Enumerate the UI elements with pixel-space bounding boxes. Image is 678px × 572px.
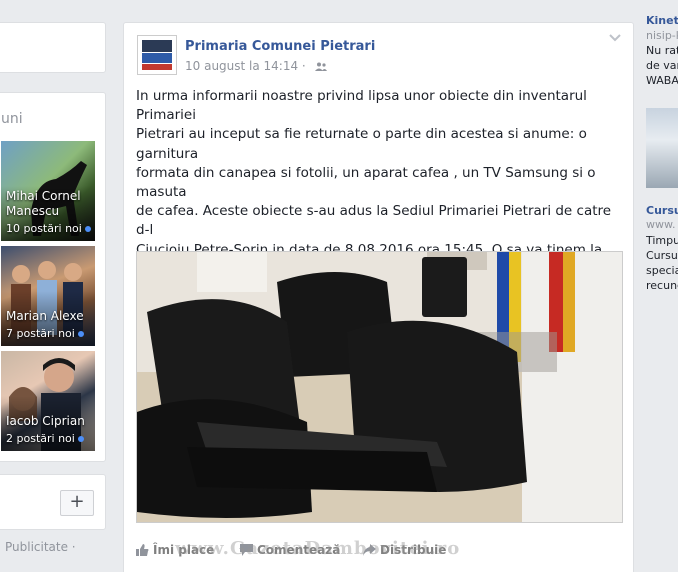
ad-title[interactable]: Kineti xyxy=(646,14,678,27)
ad-title[interactable]: Cursu xyxy=(646,204,678,217)
page-logo[interactable] xyxy=(137,35,177,75)
post-photo[interactable] xyxy=(136,251,623,523)
ad-body: Nu rata de var WABA xyxy=(646,44,678,87)
ad-body: Timpul Cursur specia recunc xyxy=(646,234,678,292)
group-tile[interactable]: Mihai Cornel Manescu 10 postări noi xyxy=(1,141,95,241)
friends-audience-icon xyxy=(314,62,327,71)
unread-dot-icon xyxy=(77,436,84,442)
page-name-link[interactable]: Primaria Comunei Pietrari xyxy=(185,39,375,54)
thumbs-up-icon xyxy=(136,544,149,556)
groups-card: uni Mihai Cornel Manescu 10 postări noi … xyxy=(0,92,106,462)
group-new-posts: 10 postări noi xyxy=(6,222,91,235)
group-name: Iacob Ciprian xyxy=(6,414,85,428)
ad-link[interactable]: nisip-k xyxy=(646,29,678,42)
watermark: www.GazetaDambovitei.ro xyxy=(175,538,461,559)
add-button[interactable]: + xyxy=(60,490,94,516)
right-ads-column: Kineti nisip-k Nu rata de var WABA Cursu… xyxy=(646,0,678,572)
post-timestamp[interactable]: 10 august la 14:14 · xyxy=(185,59,327,73)
groups-title: uni xyxy=(1,111,23,127)
left-top-card xyxy=(0,22,106,73)
footer-advertising-link[interactable]: Publicitate · xyxy=(5,540,76,554)
group-tile[interactable]: Marian Alexe 7 postări noi xyxy=(1,246,95,346)
chevron-down-icon[interactable] xyxy=(608,33,622,43)
feed-post: Primaria Comunei Pietrari 10 august la 1… xyxy=(123,22,634,572)
group-tile[interactable]: Iacob Ciprian 2 postări noi xyxy=(1,351,95,451)
group-new-posts: 2 postări noi xyxy=(6,432,84,445)
ad-image[interactable] xyxy=(646,108,678,188)
unread-dot-icon xyxy=(84,226,91,232)
ad-link[interactable]: www. xyxy=(646,218,675,231)
group-name: Marian Alexe xyxy=(6,309,84,323)
group-name: Mihai Cornel Manescu xyxy=(6,189,81,218)
group-new-posts: 7 postări noi xyxy=(6,327,84,340)
unread-dot-icon xyxy=(77,331,84,337)
